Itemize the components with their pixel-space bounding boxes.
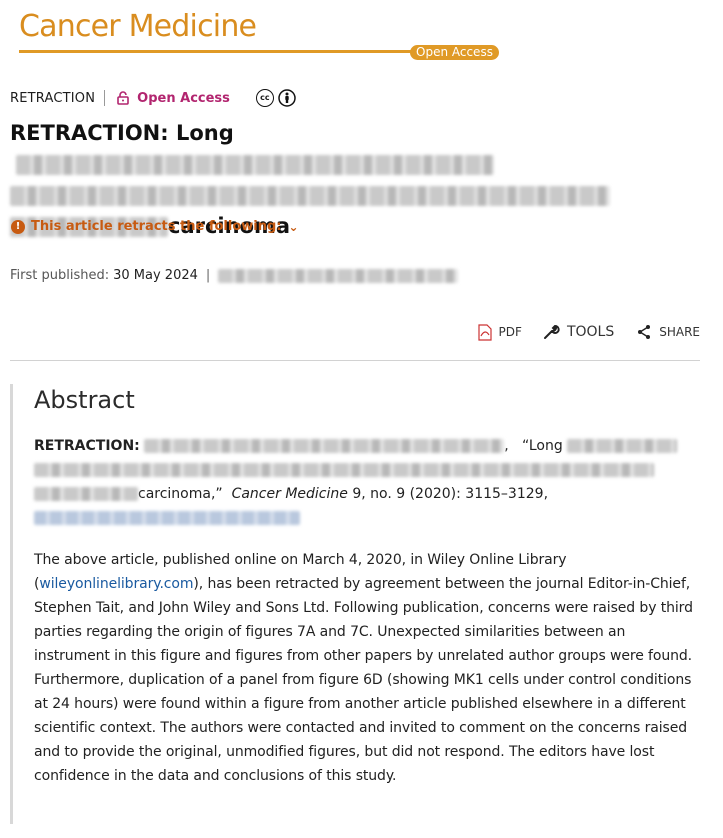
open-access-label[interactable]: Open Access bbox=[137, 91, 230, 106]
share-button[interactable]: SHARE bbox=[636, 324, 700, 340]
title-start: RETRACTION: Long bbox=[10, 121, 234, 145]
section-divider bbox=[10, 360, 700, 361]
open-access-badge: Open Access bbox=[410, 45, 499, 60]
chevron-down-icon: ⌄ bbox=[288, 219, 299, 234]
journal-logo[interactable]: Cancer Medicine bbox=[19, 8, 257, 46]
retraction-citation: RETRACTION: , “Long carcinoma,” Cancer M… bbox=[34, 434, 699, 530]
divider bbox=[104, 90, 106, 106]
article-meta-row: RETRACTION Open Access cc bbox=[10, 88, 296, 108]
cc-icon: cc bbox=[255, 89, 274, 107]
license-icons[interactable]: cc bbox=[255, 89, 296, 107]
retracts-label: This article retracts the following: bbox=[31, 219, 282, 234]
redacted-title-part bbox=[10, 186, 610, 206]
by-icon bbox=[278, 89, 296, 107]
share-icon bbox=[638, 325, 651, 339]
tools-label: TOOLS bbox=[566, 324, 615, 340]
citation-title-start: “Long bbox=[522, 438, 563, 454]
wiley-online-library-link[interactable]: wileyonlinelibrary.com bbox=[39, 576, 193, 592]
pdf-icon bbox=[477, 323, 492, 341]
tools-button[interactable]: TOOLS bbox=[542, 323, 614, 341]
citation-rest: 9, no. 9 (2020): 3115–3129, bbox=[352, 486, 549, 502]
article-tools: PDF TOOLS SHARE bbox=[458, 323, 700, 341]
article-type: RETRACTION bbox=[10, 90, 96, 106]
redacted-authors bbox=[144, 439, 505, 453]
citation-journal: Cancer Medicine bbox=[231, 486, 348, 502]
logo-rule bbox=[19, 50, 411, 53]
first-published-date: 30 May 2024 bbox=[113, 268, 198, 283]
share-label: SHARE bbox=[659, 325, 700, 339]
pdf-label: PDF bbox=[498, 325, 522, 339]
redacted-citation-title bbox=[567, 439, 678, 453]
abstract-heading: Abstract bbox=[34, 386, 135, 414]
redacted-citation-title bbox=[34, 463, 654, 477]
redacted-doi-link[interactable] bbox=[34, 511, 300, 525]
citation-label: RETRACTION: bbox=[34, 438, 140, 454]
wrench-icon bbox=[543, 324, 560, 339]
abstract-body: The above article, published online on M… bbox=[34, 548, 702, 788]
publication-info: First published: 30 May 2024 | bbox=[10, 268, 459, 283]
alert-icon: ! bbox=[11, 219, 25, 234]
redacted-citation-title bbox=[34, 487, 138, 501]
pdf-button[interactable]: PDF bbox=[477, 323, 522, 341]
citation-title-end: carcinoma,” bbox=[138, 486, 223, 502]
retracts-toggle[interactable]: ! This article retracts the following: ⌄ bbox=[11, 219, 299, 234]
redacted-title-part bbox=[16, 155, 494, 175]
body-text-2: ), has been retracted by agreement betwe… bbox=[34, 576, 693, 784]
redacted-doi[interactable] bbox=[218, 268, 459, 283]
first-published-label: First published: bbox=[10, 268, 110, 283]
abstract-accent-bar bbox=[10, 384, 13, 824]
divider: | bbox=[205, 268, 211, 283]
lock-open-icon bbox=[117, 91, 129, 105]
